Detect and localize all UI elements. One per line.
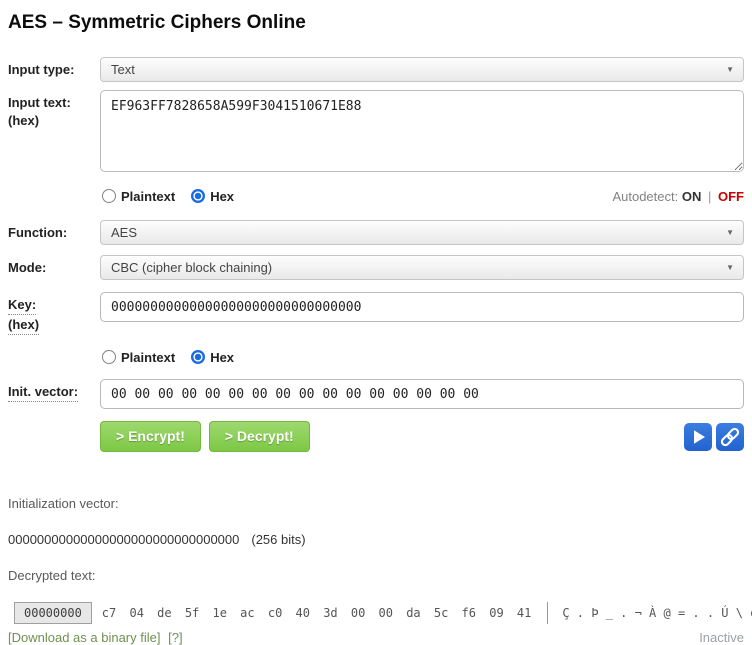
input-hex-radio[interactable] bbox=[191, 189, 205, 203]
help-link[interactable]: [?] bbox=[168, 630, 182, 645]
function-selected-value: AES bbox=[111, 225, 137, 240]
input-type-label: Input type: bbox=[8, 57, 100, 78]
function-select[interactable]: AES ▼ bbox=[100, 220, 744, 245]
key-format-row: Plaintext Hex bbox=[100, 349, 744, 365]
link-icon[interactable] bbox=[716, 423, 744, 451]
autodetect-on-link[interactable]: ON bbox=[682, 189, 702, 204]
mode-select[interactable]: CBC (cipher block chaining) ▼ bbox=[100, 255, 744, 280]
decrypt-button[interactable]: > Decrypt! bbox=[209, 421, 310, 452]
input-hex-label[interactable]: Hex bbox=[210, 189, 234, 204]
key-label-block: Key: (hex) bbox=[8, 292, 100, 335]
iv-result-bits: (256 bits) bbox=[251, 532, 305, 547]
input-text-area[interactable]: EF963FF7828658A599F3041510671E88 bbox=[100, 90, 744, 172]
input-text-label-block: Input text: (hex) bbox=[8, 90, 100, 129]
init-vector-label-block: Init. vector: bbox=[8, 379, 100, 402]
input-plaintext-radio[interactable] bbox=[102, 189, 116, 203]
iv-result-heading: Initialization vector: bbox=[8, 496, 744, 511]
hexdump-bytes: c7 04 de 5f 1e ac c0 40 3d 00 00 da 5c f… bbox=[102, 606, 532, 620]
autodetect-control: Autodetect: ON | OFF bbox=[612, 189, 744, 204]
key-plaintext-label[interactable]: Plaintext bbox=[121, 350, 175, 365]
input-text-row: Input text: (hex) EF963FF7828658A599F304… bbox=[8, 90, 744, 172]
footer-row: [Download as a binary file] [?] Inactive bbox=[8, 630, 744, 645]
mode-label: Mode: bbox=[8, 255, 100, 276]
encrypt-button[interactable]: > Encrypt! bbox=[100, 421, 201, 452]
input-type-selected-value: Text bbox=[111, 62, 135, 77]
input-type-row: Input type: Text ▼ bbox=[8, 57, 744, 82]
input-plaintext-label[interactable]: Plaintext bbox=[121, 189, 175, 204]
actions-row: > Encrypt! > Decrypt! bbox=[100, 421, 744, 452]
mode-selected-value: CBC (cipher block chaining) bbox=[111, 260, 272, 275]
hexdump-row: 00000000 c7 04 de 5f 1e ac c0 40 3d 00 0… bbox=[14, 601, 744, 625]
input-text-sublabel: (hex) bbox=[8, 113, 100, 129]
hexdump-separator bbox=[547, 602, 548, 624]
iv-result-value: 00000000000000000000000000000000 bbox=[8, 532, 239, 547]
key-plaintext-radio[interactable] bbox=[102, 350, 116, 364]
key-hex-radio[interactable] bbox=[191, 350, 205, 364]
iv-result-value-line: 00000000000000000000000000000000 (256 bit… bbox=[8, 532, 744, 547]
init-vector-input[interactable] bbox=[100, 379, 744, 409]
autodetect-off-link[interactable]: OFF bbox=[718, 189, 744, 204]
page: AES – Symmetric Ciphers Online Input typ… bbox=[0, 0, 752, 645]
function-label: Function: bbox=[8, 220, 100, 241]
play-icon[interactable] bbox=[684, 423, 712, 451]
autodetect-label: Autodetect: bbox=[612, 189, 678, 204]
init-vector-row: Init. vector: bbox=[8, 379, 744, 409]
autodetect-separator: | bbox=[708, 189, 711, 204]
key-sublabel: (hex) bbox=[8, 317, 39, 335]
input-format-row: Plaintext Hex Autodetect: ON | OFF bbox=[100, 188, 744, 204]
hexdump-offset: 00000000 bbox=[14, 602, 92, 624]
chevron-down-icon: ▼ bbox=[726, 228, 734, 237]
key-input[interactable] bbox=[100, 292, 744, 322]
chevron-down-icon: ▼ bbox=[726, 263, 734, 272]
key-row: Key: (hex) bbox=[8, 292, 744, 335]
input-type-select[interactable]: Text ▼ bbox=[100, 57, 744, 82]
key-label: Key: bbox=[8, 297, 36, 315]
function-row: Function: AES ▼ bbox=[8, 220, 744, 245]
input-text-label: Input text: bbox=[8, 95, 100, 111]
page-title: AES – Symmetric Ciphers Online bbox=[8, 12, 744, 34]
decrypted-text-heading: Decrypted text: bbox=[8, 568, 744, 583]
download-binary-link[interactable]: [Download as a binary file] bbox=[8, 630, 160, 645]
hexdump-ascii: Ç . Þ _ . ¬ À @ = . . Ú \ ö . A bbox=[562, 606, 752, 620]
status-label: Inactive bbox=[699, 630, 744, 645]
init-vector-label: Init. vector: bbox=[8, 384, 78, 402]
key-hex-label[interactable]: Hex bbox=[210, 350, 234, 365]
chevron-down-icon: ▼ bbox=[726, 65, 734, 74]
mode-row: Mode: CBC (cipher block chaining) ▼ bbox=[8, 255, 744, 280]
